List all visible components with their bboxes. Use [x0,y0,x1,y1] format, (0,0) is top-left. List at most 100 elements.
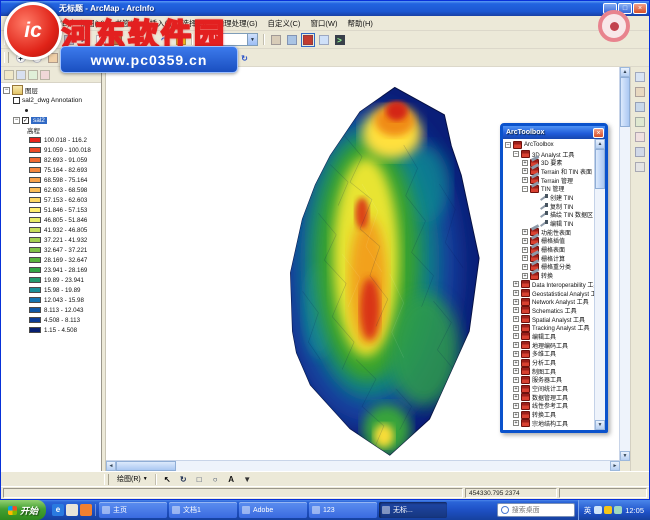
toolbox-tree-item[interactable]: + Data Interoperability 工具 [504,280,594,289]
list-by-drawing-order-icon[interactable] [4,70,14,80]
toolbox-tree-item[interactable]: + Tracking Analyst 工具 [504,323,594,332]
scroll-down-icon[interactable]: ▼ [595,420,605,430]
toolbox-tree-item[interactable]: + 编辑工具 [504,332,594,341]
toolbar-button[interactable]: ↻ [237,51,252,64]
legend-row[interactable]: 51.846 - 57.153 [3,205,101,215]
legend-color-chip[interactable] [29,157,41,163]
legend-row[interactable]: 91.059 - 100.018 [3,145,101,155]
toolbar-button[interactable]: ↖ [160,473,175,486]
toolbar-button[interactable] [633,115,648,128]
scrollbar-thumb[interactable] [620,77,630,127]
scroll-left-icon[interactable]: ◄ [106,461,116,471]
legend-color-chip[interactable] [29,177,41,183]
legend-row[interactable]: 19.89 - 23.941 [3,275,101,285]
scroll-right-icon[interactable]: ► [610,461,620,471]
expand-collapse-icon[interactable]: + [513,281,519,287]
internet-explorer-icon[interactable]: e [52,504,64,516]
toc-layers-root[interactable]: − 图层 [3,85,101,95]
legend-row[interactable]: 23.941 - 28.169 [3,265,101,275]
legend-color-chip[interactable] [29,237,41,243]
toolbar-grip[interactable] [4,52,9,63]
toolbox-tree-item[interactable]: + Schematics 工具 [504,306,594,315]
toolbox-tree-item[interactable]: + 转换 [504,271,594,280]
legend-color-chip[interactable] [29,267,41,273]
toolbox-tree-item[interactable]: + 栅格插值 [504,237,594,246]
expand-collapse-icon[interactable]: + [522,255,528,261]
toolbox-tree-item[interactable]: + Geostatistical Analyst 工具 [504,289,594,298]
expand-collapse-icon[interactable]: − [522,186,528,192]
expand-collapse-icon[interactable]: − [505,142,511,148]
toolbox-tree-item[interactable]: + 空间统计工具 [504,384,594,393]
expand-collapse-icon[interactable]: + [513,325,519,331]
legend-row[interactable]: 37.221 - 41.932 [3,235,101,245]
toolbox-tree-item[interactable]: + Network Analyst 工具 [504,297,594,306]
legend-color-chip[interactable] [29,277,41,283]
toolbar-button[interactable] [633,160,648,173]
toolbox-tree-item[interactable]: + Terrain 管理 [504,176,594,185]
taskbar-window-button[interactable]: 主页 [99,502,167,518]
legend-row[interactable]: 15.98 - 19.89 [3,285,101,295]
legend-row[interactable]: 1.15 - 4.508 [3,325,101,335]
legend-row[interactable]: 75.164 - 82.693 [3,165,101,175]
legend-color-chip[interactable] [29,317,41,323]
toolbox-tree-item[interactable]: 创建 TIN [504,193,594,202]
toolbar-button[interactable] [633,130,648,143]
scrollbar-thumb[interactable] [595,149,605,189]
expand-collapse-icon[interactable]: − [13,117,20,124]
toolbox-tree-item[interactable]: + 分析工具 [504,358,594,367]
expand-collapse-icon[interactable]: + [522,177,528,183]
toolbox-tree-item[interactable]: + 数据管理工具 [504,393,594,402]
expand-collapse-icon[interactable]: + [522,160,528,166]
expand-collapse-icon[interactable]: + [522,238,528,244]
toolbar-grip[interactable] [104,474,109,485]
scroll-up-icon[interactable]: ▲ [620,67,630,77]
toolbox-tree-item[interactable]: − 3D Analyst 工具 [504,150,594,159]
toc-layer-sal2[interactable]: − ✓ sal2 [3,115,101,125]
arctoolbox-title-bar[interactable]: ArcToolbox × [503,126,605,139]
toolbox-tree-item[interactable]: 复制 TIN [504,202,594,211]
taskbar-window-button[interactable]: 文档1 [169,502,237,518]
expand-collapse-icon[interactable]: + [513,377,519,383]
menu-item[interactable]: 帮助(H) [343,17,378,30]
taskbar-window-button[interactable]: 123 [309,502,377,518]
toolbar-button[interactable]: ↻ [176,473,191,486]
legend-color-chip[interactable] [29,247,41,253]
language-indicator[interactable]: 英 [584,505,592,516]
toolbar-button[interactable] [633,70,648,83]
toolbox-tree-item[interactable]: + 线性参考工具 [504,402,594,411]
legend-row[interactable]: 12.043 - 15.98 [3,295,101,305]
toolbox-tree-item[interactable]: + 制图工具 [504,367,594,376]
toolbox-tree-item[interactable]: − TIN 管理 [504,184,594,193]
desktop-search-box[interactable]: 搜索桌面 [497,503,575,517]
toolbox-tree-item[interactable]: + 地理编码工具 [504,341,594,350]
network-icon[interactable] [614,506,622,514]
arctoolbox-scrollbar[interactable]: ▲ ▼ [594,139,605,430]
toolbar-button[interactable] [300,33,315,46]
media-player-icon[interactable] [80,504,92,516]
expand-collapse-icon[interactable]: − [513,151,519,157]
legend-color-chip[interactable] [29,287,41,293]
legend-row[interactable]: 41.932 - 46.805 [3,225,101,235]
legend-row[interactable]: 8.113 - 12.043 [3,305,101,315]
toolbox-tree-item[interactable]: + 栅格表面 [504,245,594,254]
toolbox-tree-item[interactable]: + 功能性表面 [504,228,594,237]
toolbar-button[interactable]: A [224,473,239,486]
layer-checkbox[interactable] [13,97,20,104]
expand-collapse-icon[interactable]: + [513,386,519,392]
taskbar-window-button[interactable]: 无标... [379,502,447,518]
legend-color-chip[interactable] [29,307,41,313]
legend-row[interactable]: 28.169 - 32.647 [3,255,101,265]
expand-collapse-icon[interactable]: − [3,87,10,94]
toolbar-button[interactable]: > [332,33,347,46]
toolbar-button[interactable] [268,33,283,46]
show-desktop-icon[interactable] [66,504,78,516]
volume-icon[interactable] [594,506,602,514]
layer-checkbox[interactable]: ✓ [22,117,29,124]
toolbox-tree-item[interactable]: + 服务器工具 [504,376,594,385]
expand-collapse-icon[interactable]: + [522,168,528,174]
scrollbar-thumb[interactable] [116,461,176,471]
toolbox-tree-item[interactable]: 编辑 TIN [504,219,594,228]
toc-layer-annotation[interactable]: sal2_dwg Annotation [3,95,101,105]
legend-color-chip[interactable] [29,147,41,153]
expand-collapse-icon[interactable]: + [513,394,519,400]
